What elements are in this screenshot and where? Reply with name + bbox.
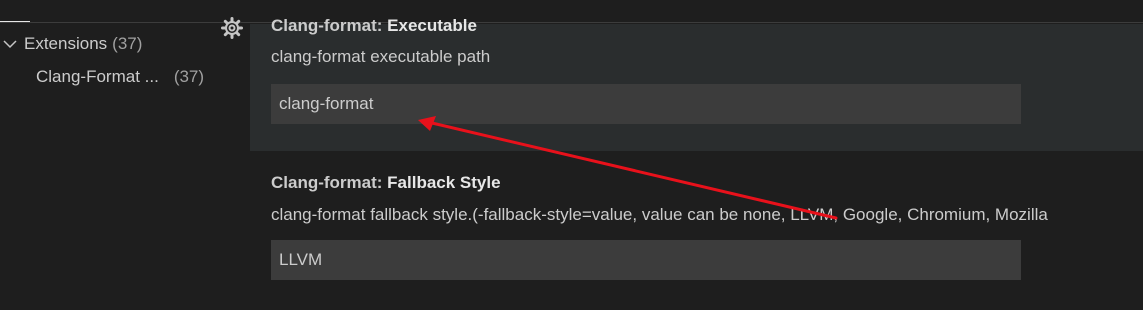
setting-category: Clang-format:	[271, 16, 388, 35]
settings-toc: Extensions (37) Clang-Format ... (37)	[0, 24, 250, 310]
gear-icon[interactable]	[221, 17, 243, 39]
toc-item-extensions[interactable]: Extensions (37)	[2, 34, 142, 54]
setting-executable: Clang-format: Executable clang-format ex…	[250, 16, 1143, 151]
executable-path-input[interactable]	[271, 84, 1021, 124]
toc-item-label: Clang-Format ...	[36, 67, 159, 86]
setting-name: Executable	[387, 16, 477, 35]
setting-title: Clang-format: Fallback Style	[271, 173, 501, 193]
top-bar	[0, 0, 1143, 24]
setting-fallback-style: Clang-format: Fallback Style clang-forma…	[250, 151, 1143, 310]
setting-title: Clang-format: Executable	[271, 16, 477, 36]
fallback-style-input[interactable]	[271, 240, 1021, 280]
chevron-down-icon	[3, 40, 17, 49]
toc-item-clang-format[interactable]: Clang-Format ... (37)	[36, 67, 204, 87]
setting-name: Fallback Style	[387, 173, 501, 192]
setting-description: clang-format fallback style.(-fallback-s…	[271, 205, 1048, 224]
toc-item-count: (37)	[112, 34, 143, 53]
setting-category: Clang-format:	[271, 173, 388, 192]
top-bar-divider	[0, 22, 1143, 23]
toc-item-label: Extensions	[24, 34, 108, 53]
toc-item-count: (37)	[173, 67, 205, 86]
setting-description: clang-format executable path	[271, 47, 491, 66]
